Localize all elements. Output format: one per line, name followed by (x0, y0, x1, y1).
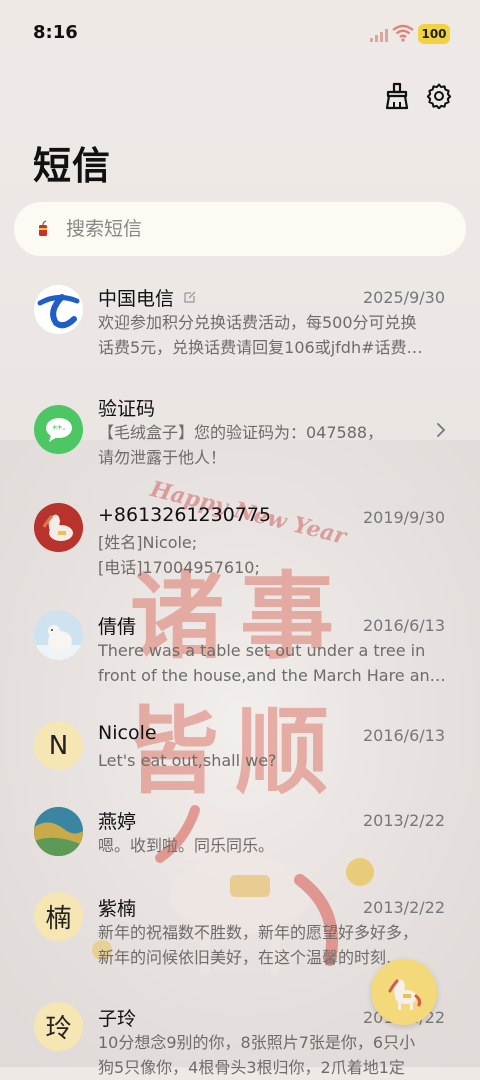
horse-compose-icon (388, 979, 422, 1010)
search-input[interactable] (64, 217, 408, 241)
wifi-icon (392, 24, 414, 42)
zinan-avatar: 楠 (34, 892, 83, 941)
sender-name: 倩倩 (98, 616, 137, 638)
message-row-phone-number[interactable]: +8613261230775 2019/9/30 [姓名]Nicole; [电话… (0, 488, 480, 596)
settings-button[interactable] (421, 78, 457, 114)
sender-name: +8613261230775 (98, 504, 272, 526)
message-date: 2013/2/22 (362, 811, 445, 830)
message-date: 2013/2/22 (362, 898, 445, 917)
gear-icon (426, 83, 452, 109)
message-row-china-telecom[interactable]: 中国电信 2025/9/30 欢迎参加积分兑换话费活动，每500分可兑换 话费5… (0, 268, 480, 376)
message-row-qianqian[interactable]: 倩倩 2016/6/13 There was a table set out u… (0, 598, 480, 706)
chevron-right-icon[interactable] (436, 422, 446, 438)
message-preview-line-2: 狗5只像你，4根骨头3根归你，2爪着地1定 (98, 1058, 405, 1077)
firecracker-search-icon (39, 220, 47, 236)
message-preview-line-1: Let's eat out,shall we? (98, 751, 277, 770)
sender-name: Nicole (98, 722, 157, 744)
message-preview-line-1: [姓名]Nicole; (98, 533, 198, 552)
message-date: 2025/9/30 (362, 288, 445, 307)
message-preview-line-2: 请勿泄露于他人！ (98, 448, 227, 467)
message-preview-line-2: front of the house,and the March Hare an… (98, 666, 446, 685)
message-date: 2016/6/13 (362, 726, 445, 745)
broom-icon (385, 82, 409, 110)
signal-icon (370, 29, 388, 42)
message-preview-line-1: 10分想念9别的你，8张照片7张是你，6只小 (98, 1033, 416, 1052)
message-preview-line-1: 新年的祝福数不胜数，新年的愿望好多好多， (98, 923, 419, 942)
message-preview-line-1: 欢迎参加积分兑换话费活动，每500分可兑换 (98, 313, 417, 332)
message-row-yanting[interactable]: 燕婷 2013/2/22 嗯。收到啦。同乐同乐。 (0, 793, 480, 877)
search-bar[interactable] (14, 202, 466, 256)
sender-name: 紫楠 (98, 898, 137, 920)
landscape-photo-icon (34, 807, 83, 856)
message-row-nicole[interactable]: N Nicole 2016/6/13 Let's eat out,shall w… (0, 708, 480, 788)
message-preview-line-1: 【毛绒盒子】您的验证码为：047588， (98, 423, 384, 442)
clock: 8:16 (33, 22, 78, 43)
edit-icon (184, 291, 196, 303)
page-title: 短信 (33, 144, 112, 188)
china-telecom-avatar (34, 285, 83, 334)
nicole-avatar: N (34, 721, 83, 770)
sender-name: 燕婷 (98, 811, 137, 833)
china-telecom-logo-icon (34, 285, 83, 334)
sender-name: 中国电信 (98, 284, 197, 311)
horse-photo-icon (34, 503, 83, 552)
polar-bear-photo-icon (34, 611, 83, 660)
battery-indicator: 100 (418, 24, 450, 44)
polar-bear-avatar (34, 611, 83, 660)
message-date: 2019/9/30 (362, 508, 445, 527)
svg-text:**-: **- (52, 424, 66, 435)
new-message-button[interactable] (371, 959, 437, 1025)
status-bar: 8:16 100 (0, 0, 480, 68)
sender-name: 验证码 (98, 398, 156, 420)
message-date: 2016/6/13 (362, 616, 445, 635)
message-preview-line-1: There was a table set out under a tree i… (98, 641, 426, 660)
ziling-avatar: 玲 (34, 1002, 83, 1051)
clean-button[interactable] (379, 78, 415, 114)
sender-name: 子玲 (98, 1008, 137, 1030)
horse-avatar (34, 503, 83, 552)
sender-name-text: 中国电信 (98, 288, 175, 310)
message-row-verification-code[interactable]: **- 验证码 【毛绒盒子】您的验证码为：047588， 请勿泄露于他人！ (0, 378, 480, 486)
message-preview-line-2: [电话]17004957610; (98, 558, 260, 577)
top-actions (0, 78, 480, 114)
message-bubble-icon: **- (45, 417, 72, 442)
message-preview-line-1: 嗯。收到啦。同乐同乐。 (98, 836, 275, 855)
verification-avatar: **- (34, 405, 83, 454)
message-preview-line-2: 话费5元，兑换话费请回复106或jfdh#话费… (98, 338, 423, 357)
landscape-avatar (34, 807, 83, 856)
